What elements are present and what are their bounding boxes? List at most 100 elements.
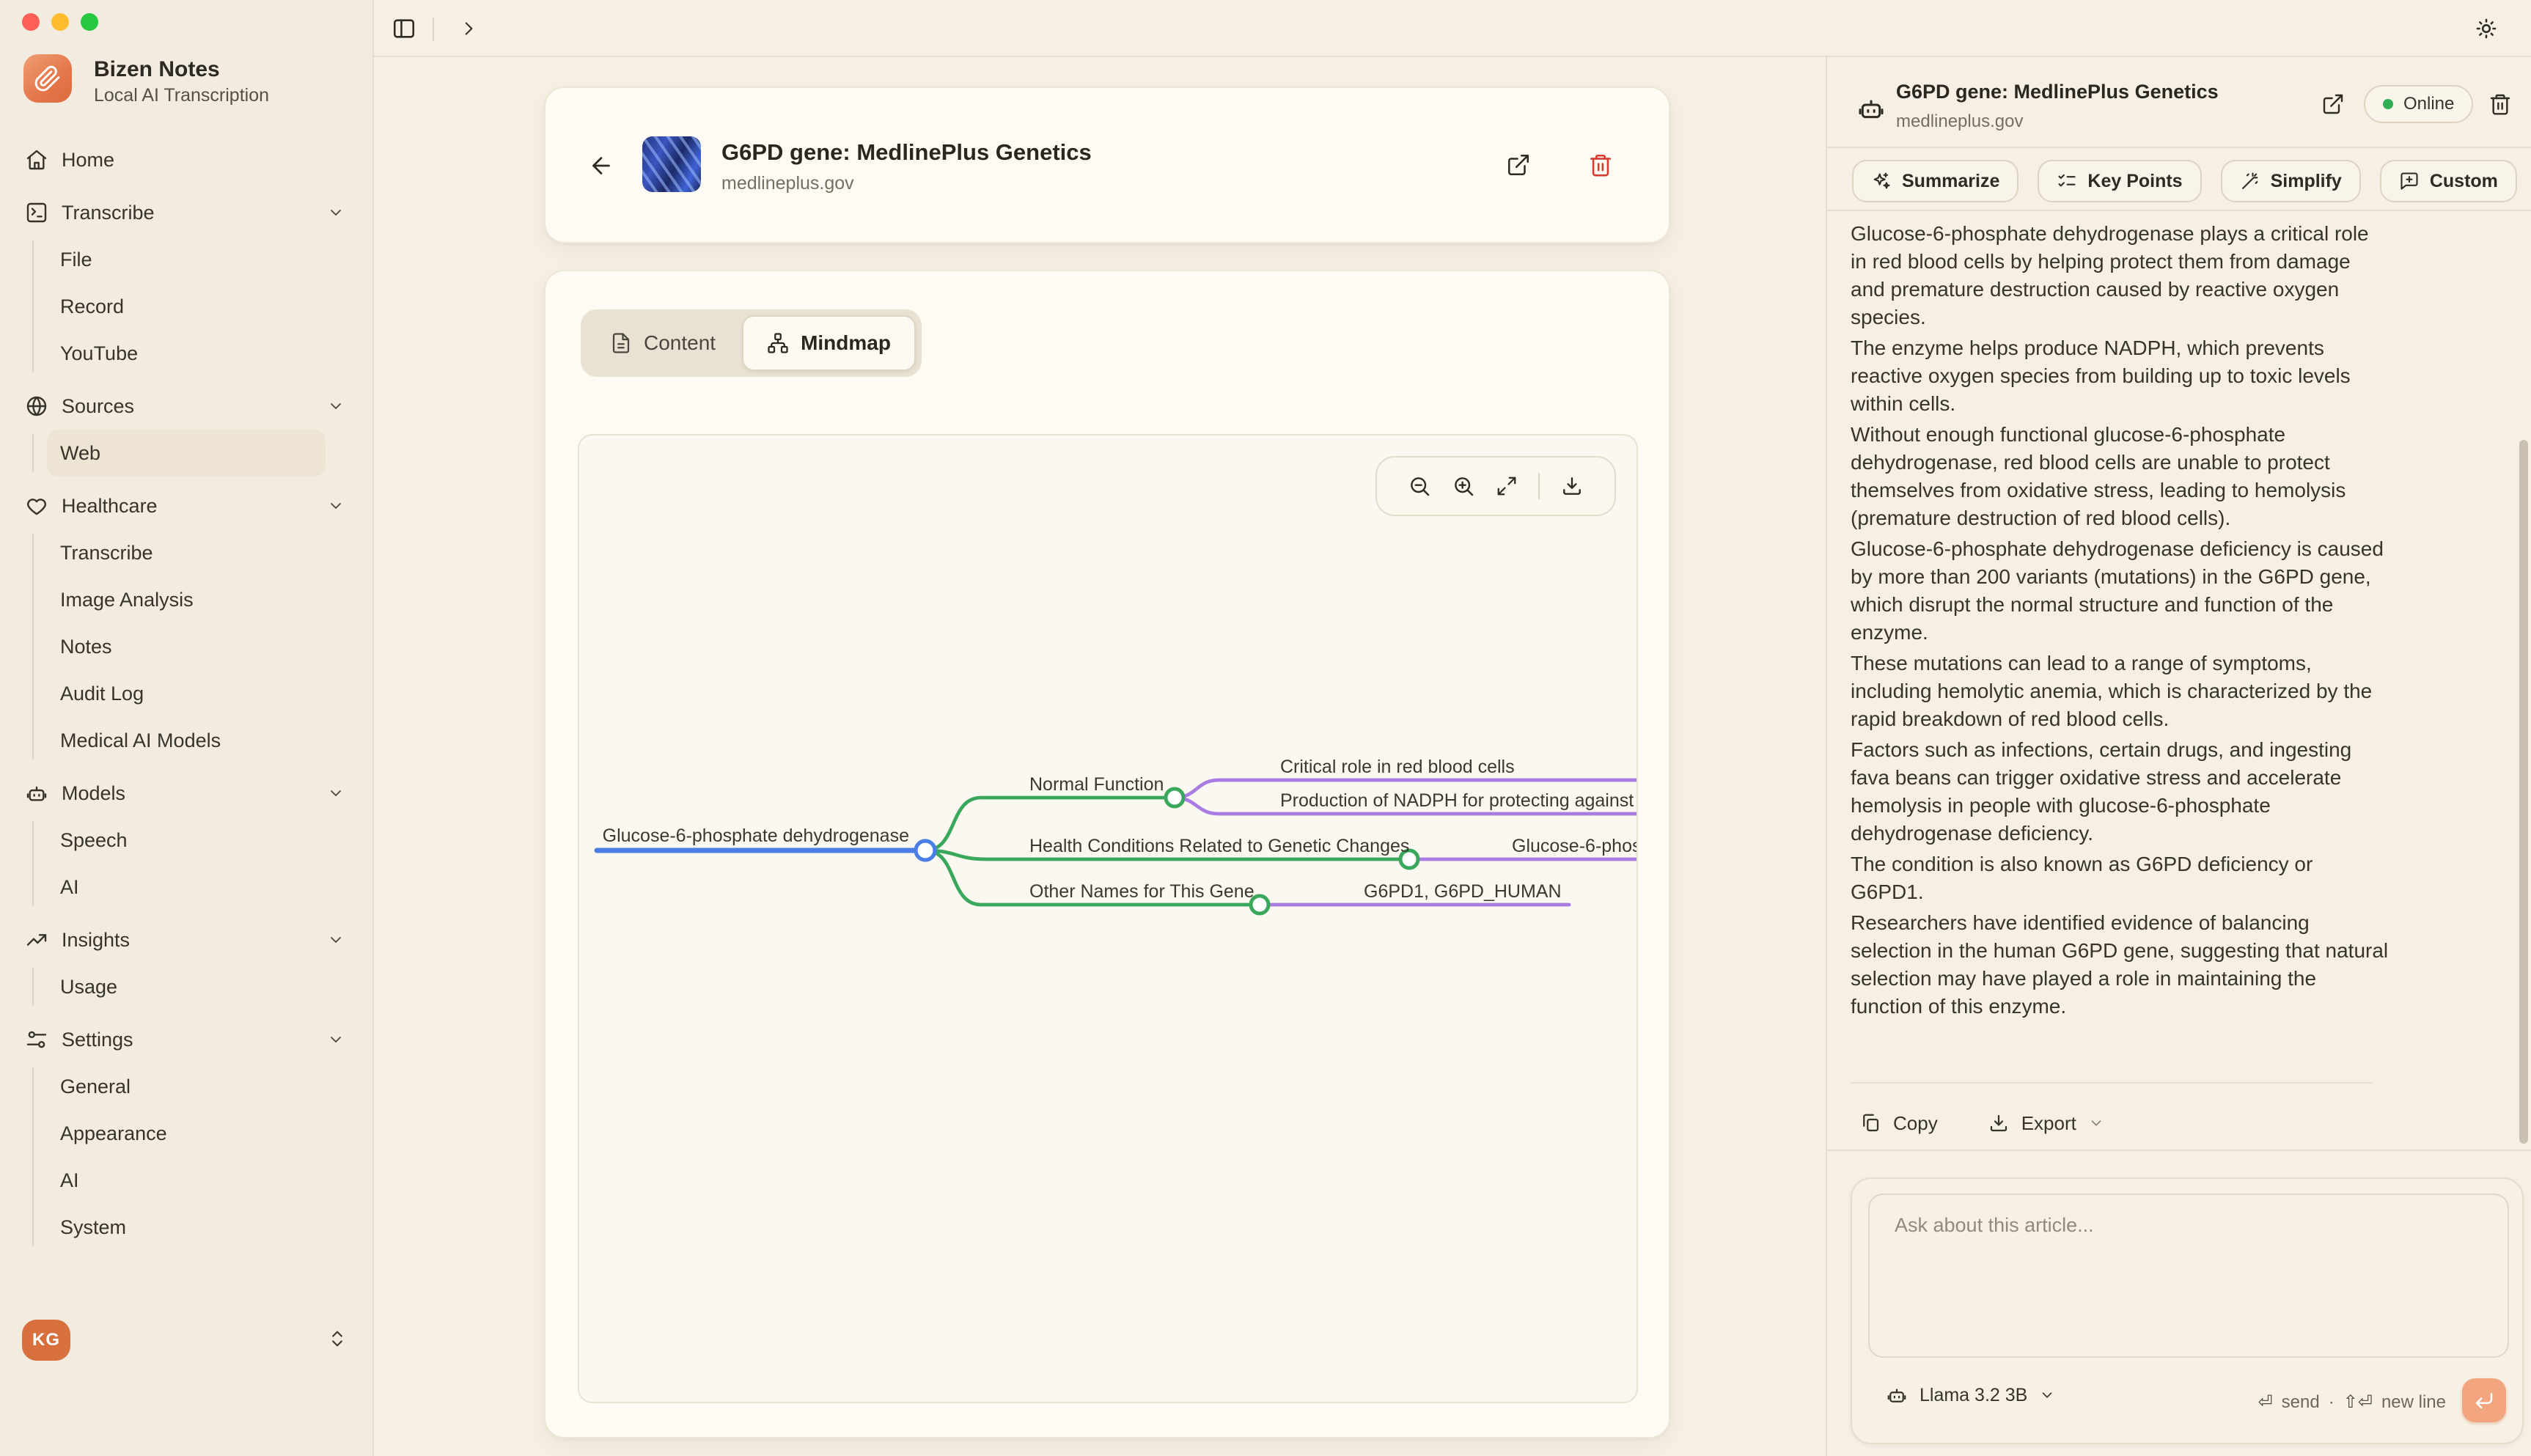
mindmap-child-node[interactable]: G6PD1, G6PD_HUMAN [1364,881,1562,902]
toolbar-divider [1538,473,1540,499]
tab-mindmap[interactable]: Mindmap [742,315,916,371]
external-link-icon[interactable] [2321,92,2345,116]
send-button[interactable] [2462,1378,2506,1422]
key-points-button[interactable]: Key Points [2038,160,2201,202]
external-link-icon[interactable] [1506,152,1531,177]
back-button[interactable] [588,152,614,179]
article-source: medlineplus.gov [721,173,854,194]
sidebar: Bizen Notes Local AI Transcription Home … [0,0,374,1456]
traffic-close-button[interactable] [22,13,40,31]
chevron-down-icon [327,784,345,802]
sidebar-item-transcribe[interactable]: Transcribe [0,189,374,236]
mindmap-branch-node[interactable]: Other Names for This Gene [1029,881,1255,902]
summary-paragraph: Researchers have identified evidence of … [1851,909,2390,1021]
chevron-down-icon [327,204,345,221]
assistant-article-title: G6PD gene: MedlinePlus Genetics [1896,81,2219,103]
paperclip-icon [34,65,62,92]
chevron-down-icon [2088,1115,2104,1131]
mindmap-root-node[interactable]: Glucose-6-phosphate dehydrogenase [591,826,909,847]
sidebar-item-web[interactable]: Web [47,430,326,477]
avatar[interactable]: KG [22,1320,70,1361]
sparkles-icon [1871,171,1892,191]
user-row[interactable]: KG [0,1320,374,1364]
sidebar-item-healthcare-transcribe[interactable]: Transcribe [47,529,326,576]
assistant-article-source: medlineplus.gov [1896,111,2023,132]
trash-icon[interactable] [2488,92,2512,116]
mindmap-branch-node[interactable]: Normal Function [1029,774,1164,795]
mindmap-branch-node[interactable]: Health Conditions Related to Genetic Cha… [1029,836,1409,857]
mindmap-graph [579,435,1638,1403]
sidebar-item-youtube[interactable]: YouTube [47,330,326,377]
mindmap-child-node[interactable]: Critical role in red blood cells [1280,757,1515,778]
panel-divider [1827,1150,2531,1151]
sidebar-item-system[interactable]: System [47,1204,326,1251]
chat-input[interactable]: Ask about this article... [1868,1194,2509,1358]
sidebar-item-medical-ai-models[interactable]: Medical AI Models [47,717,326,764]
custom-button[interactable]: Custom [2380,160,2517,202]
chevrons-up-down-icon[interactable] [327,1328,348,1349]
summary-line: of cells. [1851,211,2390,217]
trash-icon[interactable] [1588,152,1613,177]
sun-icon[interactable] [2474,16,2499,41]
assistant-panel: G6PD gene: MedlinePlus Genetics medlinep… [1826,57,2531,1456]
article-thumbnail [642,136,701,192]
app-logo [23,54,72,103]
summary-paragraph: Factors such as infections, certain drug… [1851,736,2390,848]
sidebar-item-speech[interactable]: Speech [47,817,326,864]
chevron-right-icon[interactable] [459,19,478,38]
zoom-in-icon[interactable] [1452,474,1475,498]
article-header-card: G6PD gene: MedlinePlus Genetics medlinep… [544,87,1670,243]
sidebar-item-appearance[interactable]: Appearance [47,1110,326,1157]
summary-paragraph: Glucose-6-phosphate dehydrogenase defici… [1851,535,2390,647]
sidebar-item-record[interactable]: Record [47,283,326,330]
sidebar-item-insights[interactable]: Insights [0,916,374,963]
mindmap-child-node[interactable]: Glucose-6-phos [1512,836,1638,857]
app-subtitle: Local AI Transcription [94,85,269,106]
sidebar-item-audit-log[interactable]: Audit Log [47,670,326,717]
keyboard-hints: ⏎send · ⇧⏎new line [2258,1391,2446,1413]
sidebar-item-image-analysis[interactable]: Image Analysis [47,576,326,623]
fullscreen-icon[interactable] [1496,475,1518,497]
mindmap-card: Content Mindmap Glucos [544,270,1670,1438]
return-icon [2473,1389,2495,1411]
download-icon [1988,1112,2010,1134]
topbar [374,0,2531,57]
panel-divider [1851,1082,2373,1084]
panel-left-icon[interactable] [392,16,416,41]
sidebar-item-usage[interactable]: Usage [47,963,326,1010]
summary-actions-row: Copy Export [1859,1101,2104,1145]
sidebar-item-healthcare[interactable]: Healthcare [0,482,374,529]
chevron-down-icon [2039,1387,2055,1403]
traffic-minimize-button[interactable] [51,13,69,31]
sidebar-item-models-ai[interactable]: AI [47,864,326,911]
summary-paragraph: The condition is also known as G6PD defi… [1851,850,2390,906]
zoom-out-icon[interactable] [1408,474,1431,498]
article-title: G6PD gene: MedlinePlus Genetics [721,139,1092,166]
sidebar-item-home[interactable]: Home [0,136,374,183]
mindmap-canvas[interactable]: Glucose-6-phosphate dehydrogenase Normal… [578,434,1638,1403]
sidebar-item-settings-ai[interactable]: AI [47,1157,326,1204]
panel-scrollbar[interactable] [2519,440,2528,1144]
summary-paragraph: Without enough functional glucose-6-phos… [1851,421,2390,532]
sidebar-item-models[interactable]: Models [0,770,374,817]
summary-paragraph: The enzyme helps produce NADPH, which pr… [1851,334,2390,418]
download-icon[interactable] [1560,474,1584,498]
sidebar-item-general[interactable]: General [47,1063,326,1110]
summarize-button[interactable]: Summarize [1852,160,2018,202]
sidebar-item-sources[interactable]: Sources [0,383,374,430]
traffic-zoom-button[interactable] [81,13,98,31]
mindmap-child-node[interactable]: Production of NADPH for protecting again… [1280,790,1638,812]
tab-content[interactable]: Content [587,315,739,371]
sidebar-item-file[interactable]: File [47,236,326,283]
sidebar-item-settings[interactable]: Settings [0,1016,374,1063]
simplify-button[interactable]: Simplify [2221,160,2361,202]
copy-button[interactable]: Copy [1859,1112,1938,1135]
assistant-summary-text[interactable]: of cells. Glucose-6-phosphate dehydrogen… [1851,211,2390,1082]
chevron-down-icon [327,1031,345,1048]
wand-icon [2240,171,2260,191]
model-selector[interactable]: Llama 3.2 3B [1886,1384,2055,1406]
chat-card: Ask about this article... Llama 3.2 3B ⏎… [1851,1177,2524,1444]
export-button[interactable]: Export [1988,1112,2104,1135]
sidebar-item-notes[interactable]: Notes [47,623,326,670]
sliders-icon [25,1028,48,1051]
